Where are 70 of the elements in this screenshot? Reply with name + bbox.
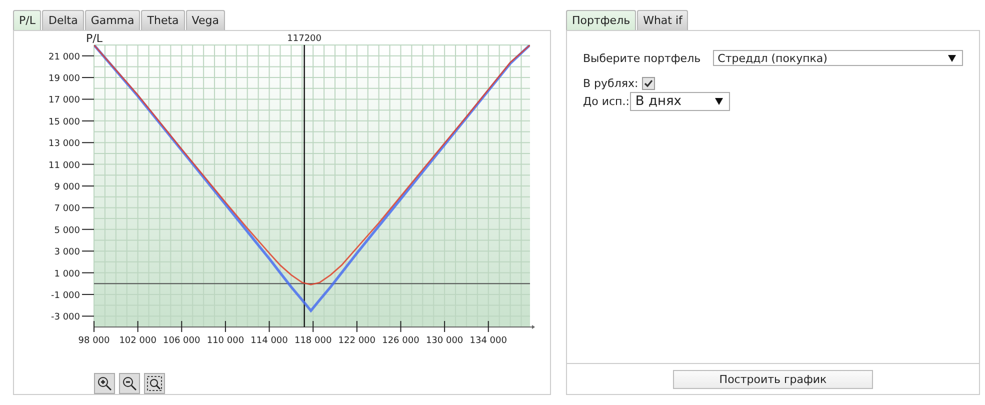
- y-tick: 11 000: [48, 160, 94, 171]
- x-tick-label: 110 000: [206, 336, 244, 346]
- y-tick: 17 000: [48, 96, 94, 106]
- field-label: Выберите портфель: [583, 52, 702, 64]
- y-tick-label: 9 000: [54, 182, 80, 192]
- x-tick-label: 126 000: [382, 336, 420, 346]
- x-tick: 122 000: [338, 320, 376, 346]
- y-tick: 19 000: [48, 74, 94, 84]
- zoom-in-button[interactable]: [94, 373, 115, 394]
- field-label: В рублях:: [583, 77, 638, 90]
- y-tick: 7 000: [54, 204, 94, 214]
- x-tick-label: 102 000: [119, 336, 157, 346]
- x-tick: 110 000: [206, 320, 244, 346]
- x-tick: 134 000: [470, 320, 507, 346]
- tab[interactable]: Gamma: [84, 10, 140, 30]
- tab[interactable]: Delta: [42, 10, 84, 30]
- x-tick-label: 98 000: [78, 336, 110, 346]
- y-tick-label: 7 000: [54, 204, 80, 214]
- y-tick-label: -3 000: [50, 312, 80, 323]
- field-label: До исп.:: [583, 95, 630, 108]
- y-tick: -3 000: [50, 312, 94, 323]
- x-tick-label: 122 000: [338, 336, 376, 346]
- y-tick: 5 000: [54, 226, 94, 236]
- y-tick: 13 000: [48, 139, 94, 150]
- caret-icon: [948, 54, 956, 62]
- x-tick-label: 130 000: [426, 336, 464, 346]
- x-tick-label: 134 000: [470, 336, 508, 346]
- y-tick: -1 000: [50, 290, 94, 301]
- expiry-select[interactable]: В днях: [630, 92, 730, 111]
- tab[interactable]: Портфель: [566, 10, 636, 30]
- caret-icon: [715, 98, 724, 105]
- x-tick-label: 114 000: [250, 336, 288, 346]
- zoom-out-button[interactable]: [119, 373, 140, 394]
- x-tick: 126 000: [382, 320, 420, 346]
- y-tick-label: 19 000: [48, 74, 80, 84]
- zoom-area-icon: [147, 376, 162, 391]
- zoom-reset-button[interactable]: [144, 373, 165, 394]
- tab[interactable]: What if: [637, 10, 688, 30]
- tab[interactable]: Vega: [186, 10, 225, 30]
- y-tick: 15 000: [48, 117, 94, 128]
- marker-label: 117200: [287, 34, 322, 44]
- y-tick-label: 5 000: [54, 226, 80, 236]
- y-tick-label: 1 000: [54, 269, 80, 280]
- axis-title: P/L: [86, 32, 102, 45]
- x-tick: 130 000: [426, 320, 464, 346]
- x-tick-label: 118 000: [294, 336, 332, 346]
- zoom-out-icon: [122, 376, 137, 391]
- tab[interactable]: Theta: [141, 10, 185, 30]
- x-tick: 106 000: [163, 320, 200, 346]
- y-tick-label: 15 000: [48, 117, 80, 128]
- y-tick-label: 13 000: [48, 139, 80, 150]
- portfolio-select[interactable]: Стреддл (покупка): [712, 50, 963, 66]
- y-tick-label: -1 000: [50, 290, 80, 301]
- x-tick: 102 000: [119, 320, 156, 346]
- x-tick: 98 000: [78, 320, 110, 346]
- y-tick: 3 000: [54, 248, 94, 258]
- x-tick-label: 106 000: [163, 336, 201, 346]
- x-tick: 118 000: [294, 320, 332, 346]
- x-tick: 114 000: [250, 320, 288, 346]
- y-tick-label: 3 000: [54, 248, 80, 258]
- tab[interactable]: P/L: [13, 10, 42, 30]
- y-tick: 9 000: [54, 182, 94, 192]
- y-tick-label: 21 000: [48, 52, 80, 62]
- zoom-in-icon: [97, 376, 112, 391]
- checkbox[interactable]: [642, 77, 656, 90]
- y-tick: 1 000: [54, 269, 94, 280]
- y-tick: 21 000: [48, 52, 94, 62]
- build-chart-button[interactable]: Построить график: [673, 370, 873, 388]
- y-tick-label: 11 000: [48, 160, 80, 171]
- y-tick-label: 17 000: [48, 96, 80, 106]
